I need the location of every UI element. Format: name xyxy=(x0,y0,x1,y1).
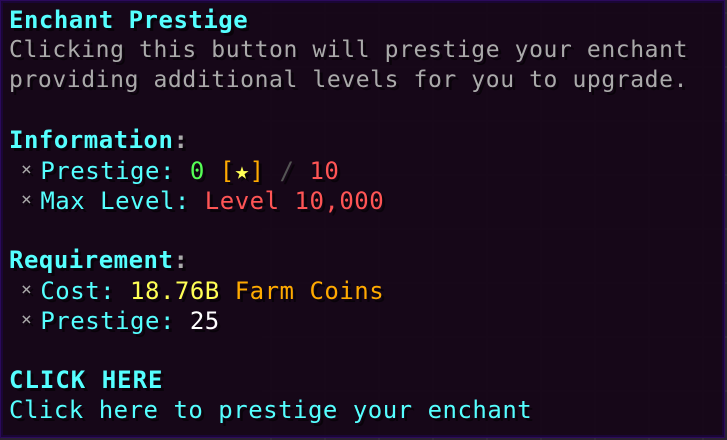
req-prestige-label: Prestige: xyxy=(40,307,190,335)
info-prestige-bracket-close: ] xyxy=(249,157,265,185)
bullet-icon: × xyxy=(21,189,33,210)
click-here-description: Click here to prestige your enchant xyxy=(9,396,533,424)
req-cost-amount: 18.76B xyxy=(130,277,220,305)
click-here-title: CLICK HERE xyxy=(9,366,164,394)
req-prestige-value: 25 xyxy=(189,307,220,335)
game-screen: Enchant Prestige Clicking this button wi… xyxy=(0,0,727,440)
tooltip-description-line-2: providing additional levels for you to u… xyxy=(9,67,689,93)
info-prestige-row: × Prestige: 0 [★] / 10 xyxy=(9,155,724,185)
info-max-level-value: Level 10,000 xyxy=(204,187,385,215)
requirement-heading-colon: : xyxy=(173,246,189,274)
information-heading-colon: : xyxy=(173,126,189,154)
req-cost-currency: Farm Coins xyxy=(219,277,385,305)
requirement-heading-label: Requirement xyxy=(9,246,174,274)
requirement-heading: Requirement: xyxy=(9,245,724,275)
req-cost-label: Cost: xyxy=(40,277,131,305)
info-prestige-label: Prestige: xyxy=(40,157,190,185)
info-prestige-bracket-open: [ xyxy=(204,157,235,185)
bullet-icon: × xyxy=(21,309,33,330)
bullet-icon: × xyxy=(21,279,33,300)
bullet-icon: × xyxy=(21,159,33,180)
info-max-level-row: × Max Level: Level 10,000 xyxy=(9,185,724,215)
info-prestige-slash: / xyxy=(264,157,310,185)
req-cost-row: × Cost: 18.76B Farm Coins xyxy=(9,275,724,305)
tooltip-title: Enchant Prestige xyxy=(9,6,249,34)
tooltip-description-line-1: Clicking this button will prestige your … xyxy=(9,37,689,63)
info-prestige-current: 0 xyxy=(189,157,205,185)
enchant-prestige-tooltip: Enchant Prestige Clicking this button wi… xyxy=(0,0,725,438)
info-prestige-max: 10 xyxy=(309,157,340,185)
star-icon: ★ xyxy=(234,157,250,185)
information-heading: Information: xyxy=(9,125,724,155)
req-prestige-row: × Prestige: 25 xyxy=(9,305,724,335)
information-heading-label: Information xyxy=(9,126,174,154)
info-max-level-label: Max Level: xyxy=(40,187,205,215)
